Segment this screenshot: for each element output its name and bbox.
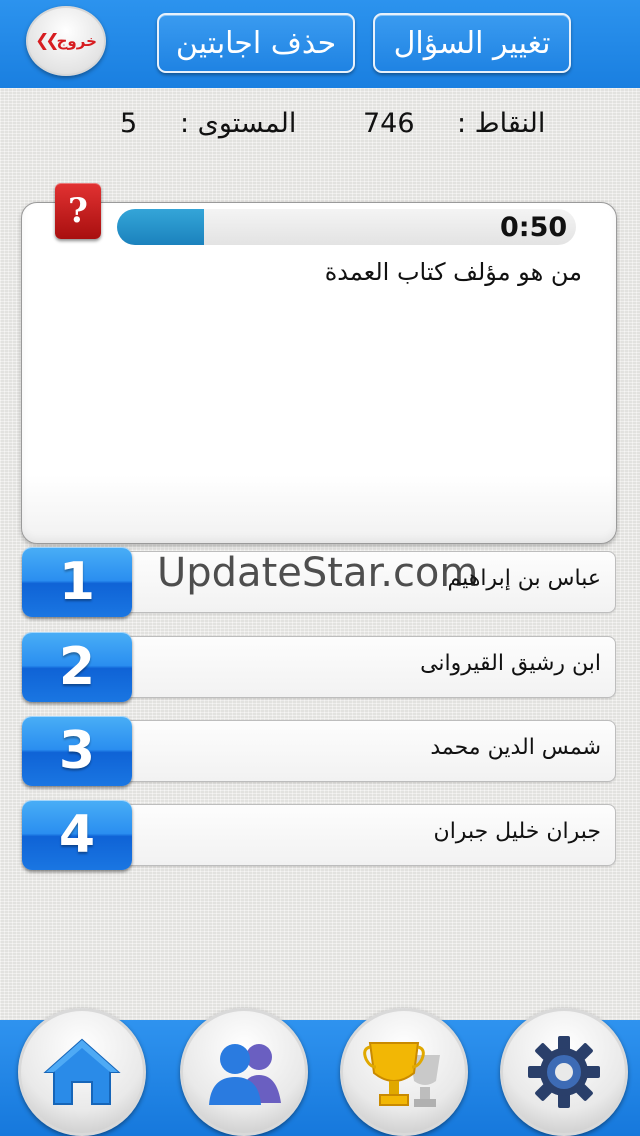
level-label: المستوى : bbox=[180, 108, 297, 139]
help-question-icon: ? bbox=[55, 183, 101, 239]
answer-number-badge[interactable]: 2 bbox=[22, 632, 132, 702]
answer-number-badge[interactable]: 1 bbox=[22, 547, 132, 617]
answer-text: شمس الدين محمد bbox=[430, 735, 601, 760]
timer-progress-fill bbox=[117, 209, 205, 245]
answer-option-4[interactable]: جبران خليل جبران 4 bbox=[22, 800, 616, 870]
answer-option-2[interactable]: ابن رشيق القيروانى 2 bbox=[22, 632, 616, 702]
gear-icon bbox=[528, 1036, 600, 1108]
points-label: النقاط : bbox=[457, 108, 546, 139]
answer-bar[interactable]: ابن رشيق القيروانى bbox=[122, 636, 616, 698]
change-question-button[interactable]: تغيير السؤال bbox=[373, 13, 571, 73]
home-button[interactable] bbox=[18, 1008, 146, 1136]
answer-bar[interactable]: جبران خليل جبران bbox=[122, 804, 616, 866]
trophy-icon bbox=[363, 1042, 440, 1107]
answer-option-3[interactable]: شمس الدين محمد 3 bbox=[22, 716, 616, 786]
leaderboard-button[interactable] bbox=[340, 1008, 468, 1136]
timer-text: 0:50 bbox=[500, 212, 568, 243]
answer-text: جبران خليل جبران bbox=[433, 819, 601, 844]
answer-bar[interactable]: شمس الدين محمد bbox=[122, 720, 616, 782]
answer-text: ابن رشيق القيروانى bbox=[420, 651, 601, 676]
remove-two-answers-button[interactable]: حذف اجابتين bbox=[157, 13, 355, 73]
question-card bbox=[21, 202, 617, 544]
friends-button[interactable] bbox=[180, 1008, 308, 1136]
top-bar: ❮❮ خروج حذف اجابتين تغيير السؤال bbox=[0, 0, 640, 88]
level-value: 5 bbox=[120, 108, 138, 139]
settings-button[interactable] bbox=[500, 1008, 628, 1136]
stats-row: 5 المستوى : 746 النقاط : bbox=[0, 108, 640, 148]
exit-label: خروج bbox=[56, 32, 97, 50]
answer-number-badge[interactable]: 4 bbox=[22, 800, 132, 870]
points-value: 746 bbox=[363, 108, 415, 139]
home-icon bbox=[43, 1038, 121, 1105]
watermark-text: UpdateStar.com bbox=[157, 550, 479, 596]
friends-icon bbox=[209, 1044, 281, 1105]
answer-number-badge[interactable]: 3 bbox=[22, 716, 132, 786]
question-text: من هو مؤلف كتاب العمدة bbox=[324, 258, 582, 286]
double-chevron-left-icon: ❮❮ bbox=[35, 31, 59, 51]
exit-button[interactable]: ❮❮ خروج bbox=[26, 6, 106, 76]
